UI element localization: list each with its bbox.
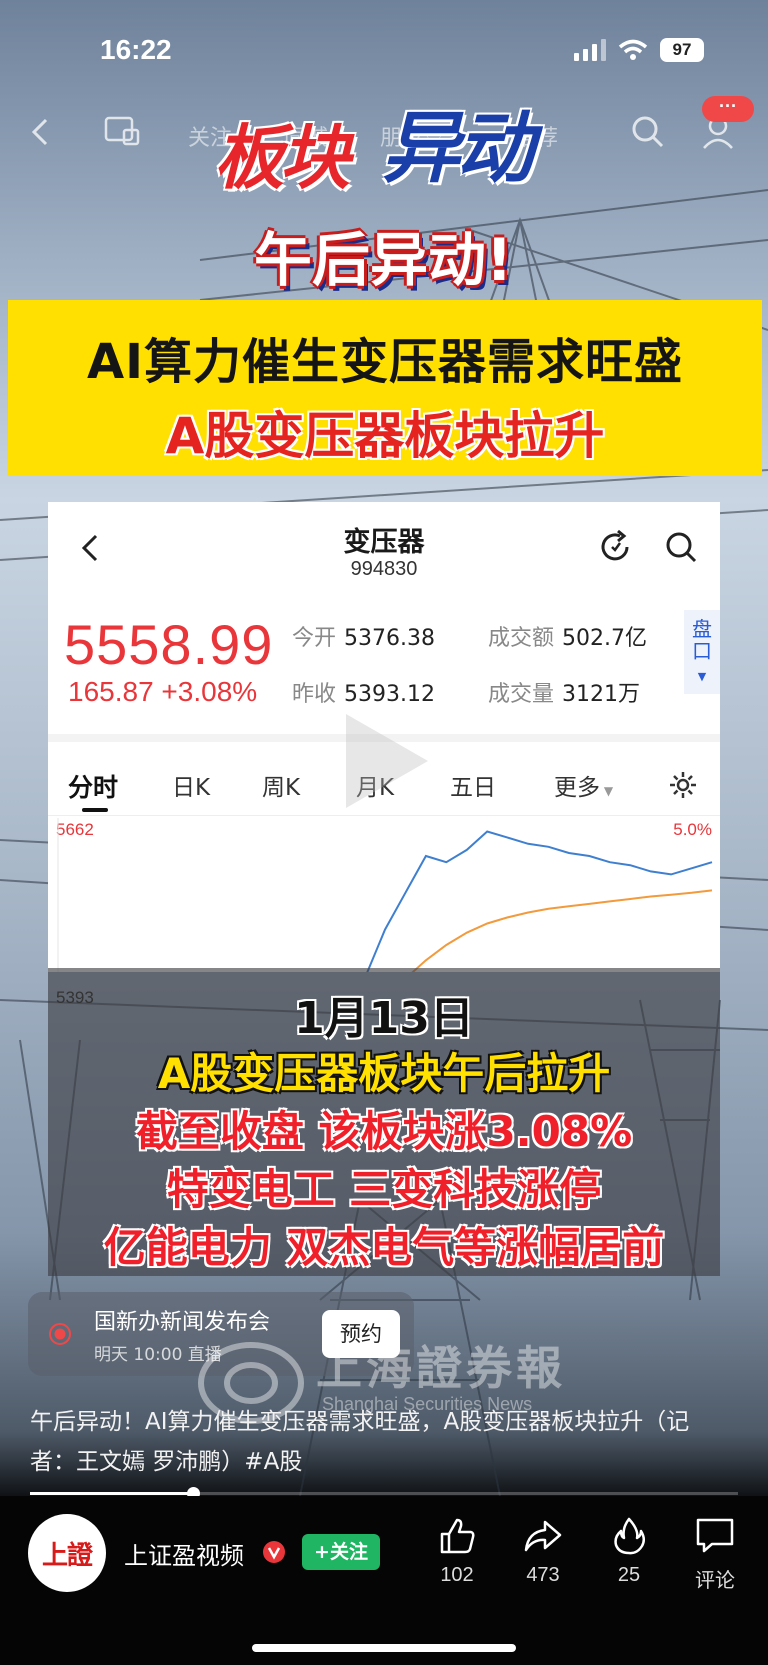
caption-line2: 截至收盘 该板块涨3.08% [135, 1107, 633, 1156]
watermark-chinese: 上海證券報 [316, 1341, 566, 1395]
tab-intraday[interactable]: 分时 [68, 768, 118, 804]
caption-date: 1月13日 [294, 993, 474, 1044]
live-record-icon [49, 1323, 71, 1345]
author-avatar[interactable]: 上證 [28, 1514, 106, 1592]
volume-value: 3121万 [562, 682, 641, 707]
logo-text-part2: 异动 [382, 104, 534, 194]
like-action[interactable]: 102 [422, 1516, 492, 1587]
order-book-label: 盘口 [692, 617, 712, 663]
home-indicator [252, 1644, 516, 1652]
order-book-button[interactable]: 盘口 ▼ [684, 610, 720, 694]
author-name[interactable]: 上证盈视频 [124, 1536, 244, 1571]
comment-icon [696, 1518, 734, 1553]
status-indicators: 97 [574, 38, 704, 62]
program-logo: 板块 异动 [214, 86, 574, 206]
volume-field: 成交量 3121万 [488, 676, 640, 708]
caption-line1: A股变压器板块午后拉升 [157, 1049, 611, 1098]
stock-price: 5558.99 [64, 613, 274, 676]
caption-line4: 亿能电力 双杰电气等涨幅居前 [103, 1223, 665, 1272]
intraday-chart [57, 818, 713, 972]
open-value: 5376.38 [344, 626, 435, 651]
comment-label: 评论 [695, 1570, 735, 1592]
verified-badge-icon [263, 1541, 285, 1563]
logo-text-part1: 板块 [214, 117, 350, 199]
prev-close-field: 昨收 5393.12 [292, 676, 435, 708]
progress-fill [30, 1492, 193, 1495]
caption-line3: 特变电工 三变科技涨停 [166, 1165, 602, 1214]
tab-five-day[interactable]: 五日 [450, 768, 496, 802]
stock-change: 165.87 +3.08% [68, 676, 258, 707]
open-label: 今开 [292, 626, 337, 651]
video-progress-bar[interactable] [30, 1487, 738, 1500]
like-count: 102 [440, 1564, 474, 1586]
share-action[interactable]: 473 [508, 1516, 578, 1587]
refresh-icon[interactable] [596, 528, 634, 566]
prev-close-label: 昨收 [292, 682, 337, 707]
search-icon[interactable] [628, 112, 668, 152]
share-count: 473 [526, 1564, 560, 1586]
share-icon [524, 1520, 562, 1552]
active-tab-indicator [82, 808, 108, 812]
prev-close-value: 5393.12 [344, 682, 435, 707]
turnover-value: 502.7亿 [562, 626, 647, 651]
chart-top-gridline [48, 815, 720, 816]
headline-box: AI算力催生变压器需求旺盛 A股变压器板块拉升 [8, 300, 762, 476]
status-time: 16:22 [100, 34, 172, 65]
turnover-label: 成交额 [488, 626, 555, 651]
news-caption-overlay: 5393 1月13日 A股变压器板块午后拉升 截至收盘 该板块涨3.08% 特变… [48, 968, 720, 1276]
caret-down-icon: ▼ [600, 784, 614, 798]
tab-daily-k[interactable]: 日K [172, 768, 210, 802]
headline-line1: AI算力催生变压器需求旺盛 [86, 334, 683, 390]
stock-quote-card: 变压器 994830 5558.99 165.87 +3.08% 今开 5376.… [48, 502, 720, 972]
bottom-action-bar: 上證 上证盈视频 +关注 102 473 25 评论 [0, 1496, 768, 1665]
back-icon[interactable] [22, 112, 62, 152]
fire-icon [614, 1517, 645, 1555]
card-search-icon[interactable] [664, 530, 698, 564]
headline-tag: 午后异动! [254, 226, 513, 294]
signal-icon [574, 39, 606, 61]
video-description[interactable]: 午后异动！AI算力催生变压器需求旺盛，A股变压器板块拉升（记者：王文嫣 罗沛鹏）… [30, 1402, 730, 1482]
comment-action[interactable]: 评论 [680, 1516, 750, 1593]
tab-more[interactable]: 更多 ▼ [554, 768, 613, 802]
tab-weekly-k[interactable]: 周K [262, 768, 300, 802]
headline-line2: A股变压器板块拉升 [165, 407, 605, 465]
caret-down-icon: ▼ [697, 670, 707, 683]
recommend-count: 25 [617, 1564, 641, 1586]
screen-cast-icon[interactable] [102, 112, 142, 152]
tab-more-label: 更多 [554, 775, 600, 801]
thumbs-up-icon [440, 1518, 475, 1554]
follow-button[interactable]: +关注 [302, 1534, 380, 1570]
settings-gear-icon[interactable] [668, 770, 698, 800]
turnover-field: 成交额 502.7亿 [488, 620, 647, 652]
wifi-icon [618, 39, 648, 60]
volume-label: 成交量 [488, 682, 555, 707]
more-menu-button[interactable]: ··· [702, 96, 754, 122]
recommend-action[interactable]: 25 [594, 1516, 664, 1587]
battery-indicator: 97 [660, 38, 704, 62]
open-price-field: 今开 5376.38 [292, 620, 435, 652]
play-icon[interactable] [336, 706, 436, 816]
